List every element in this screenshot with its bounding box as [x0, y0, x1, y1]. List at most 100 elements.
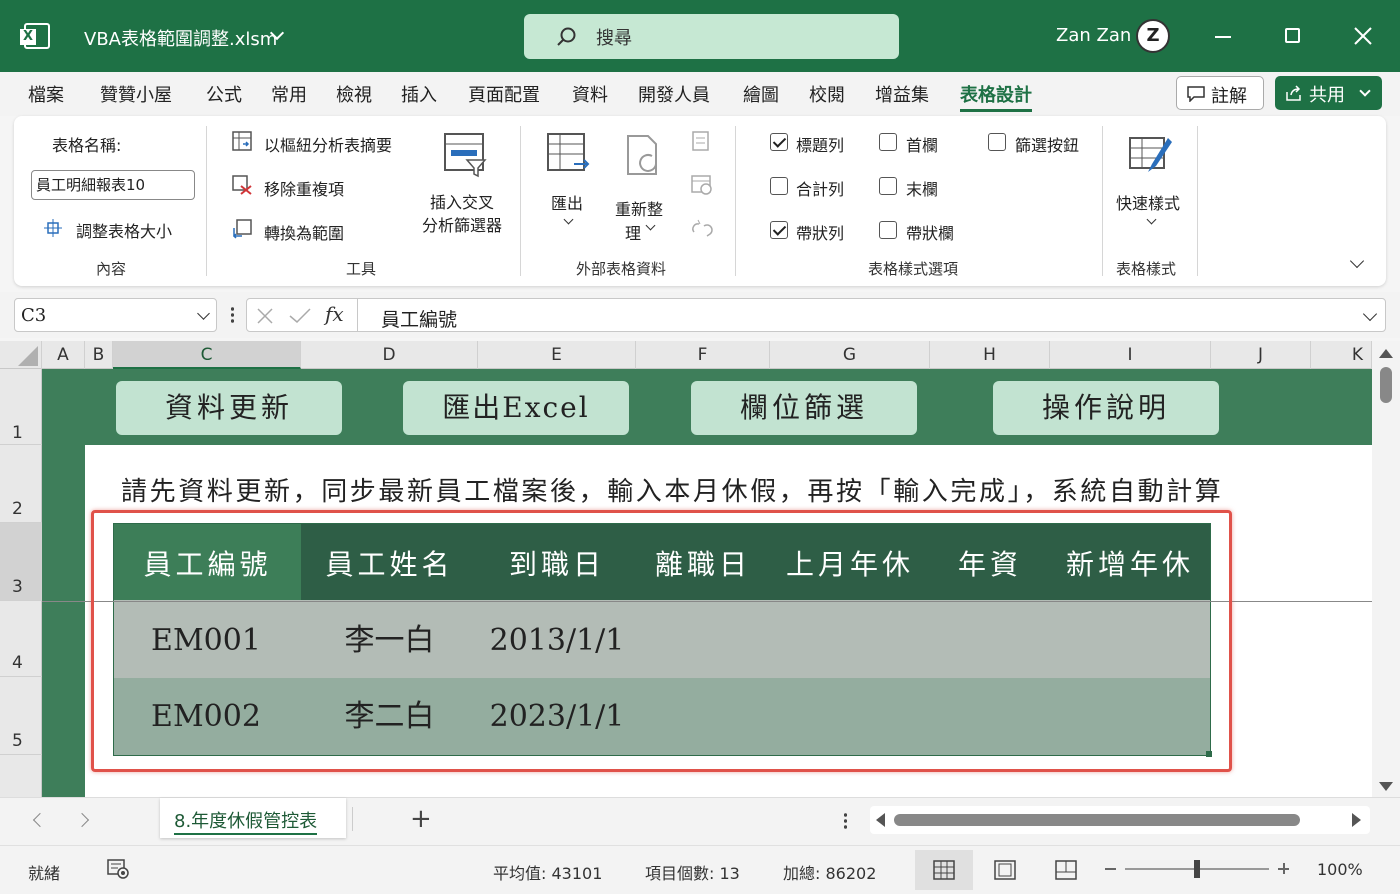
- column-header-b[interactable]: B: [85, 341, 113, 369]
- zoom-level[interactable]: 100%: [1317, 860, 1363, 879]
- menu-page-layout[interactable]: 頁面配置: [468, 81, 540, 107]
- column-header-e[interactable]: E: [478, 341, 636, 369]
- column-header-j[interactable]: J: [1211, 341, 1311, 369]
- menu-developer[interactable]: 開發人員: [638, 81, 710, 107]
- menu-addins[interactable]: 增益集: [875, 81, 929, 107]
- ribbon-collapse-chevron-icon[interactable]: [1349, 253, 1365, 269]
- add-sheet-button[interactable]: +: [410, 804, 432, 834]
- column-header-h[interactable]: H: [930, 341, 1050, 369]
- row-header-4[interactable]: 4: [0, 601, 42, 677]
- horizontal-scroll-thumb[interactable]: [894, 814, 1300, 826]
- column-header-f[interactable]: F: [636, 341, 770, 369]
- zoom-slider-thumb[interactable]: [1194, 860, 1200, 878]
- filter-button-checkbox[interactable]: [988, 133, 1006, 151]
- page-layout-view-icon[interactable]: [994, 860, 1016, 880]
- accessibility-icon[interactable]: [106, 858, 130, 880]
- refresh-label-line1[interactable]: 重新整: [615, 196, 663, 220]
- banded-rows-checkbox[interactable]: [770, 221, 788, 239]
- instructions-button[interactable]: 操作說明: [993, 381, 1219, 435]
- remove-duplicates-button[interactable]: 移除重複項: [264, 176, 344, 200]
- row-header-3[interactable]: 3: [0, 523, 42, 601]
- properties-icon[interactable]: [690, 130, 712, 152]
- scroll-down-arrow-icon[interactable]: [1379, 782, 1393, 791]
- vertical-scrollbar[interactable]: [1372, 341, 1400, 797]
- refresh-data-button[interactable]: 資料更新: [116, 381, 342, 435]
- formula-value[interactable]: 員工編號: [381, 305, 457, 332]
- scroll-up-arrow-icon[interactable]: [1379, 349, 1393, 358]
- excel-logo-icon[interactable]: X: [20, 23, 50, 49]
- export-chevron-icon[interactable]: [563, 214, 574, 225]
- name-box-chevron-icon[interactable]: [197, 307, 210, 320]
- insert-function-button[interactable]: fx: [325, 302, 344, 326]
- name-box[interactable]: C3: [14, 298, 217, 332]
- pivot-summary-button[interactable]: 以樞紐分析表摘要: [264, 132, 392, 156]
- scroll-right-arrow-icon[interactable]: [1352, 813, 1361, 827]
- slicer-label-line2[interactable]: 分析篩選器: [422, 212, 502, 236]
- share-button[interactable]: 共用: [1275, 76, 1382, 110]
- menu-formulas[interactable]: 公式: [206, 81, 242, 107]
- scroll-left-arrow-icon[interactable]: [876, 813, 885, 827]
- maximize-icon[interactable]: [1285, 28, 1300, 43]
- menu-view[interactable]: 檢視: [336, 81, 372, 107]
- menu-insert[interactable]: 插入: [401, 81, 437, 107]
- menu-table-design[interactable]: 表格設計: [960, 81, 1032, 112]
- quick-styles-chevron-icon[interactable]: [1146, 214, 1157, 225]
- horizontal-scrollbar[interactable]: [870, 806, 1370, 834]
- column-header-c[interactable]: C: [113, 341, 301, 369]
- tab-options-icon[interactable]: [844, 812, 847, 830]
- menu-data[interactable]: 資料: [572, 81, 608, 107]
- user-name[interactable]: Zan Zan: [1056, 25, 1131, 46]
- column-header-d[interactable]: D: [301, 341, 478, 369]
- header-row-checkbox[interactable]: [770, 133, 788, 151]
- total-row-checkbox[interactable]: [770, 177, 788, 195]
- menu-zanzan[interactable]: 贊贊小屋: [100, 81, 172, 107]
- page-break-view-icon[interactable]: [1055, 860, 1077, 880]
- column-header-i[interactable]: I: [1050, 341, 1211, 369]
- search-box[interactable]: 搜尋: [524, 14, 899, 59]
- menu-home[interactable]: 常用: [271, 81, 307, 107]
- refresh-label-line2[interactable]: 理: [625, 220, 641, 244]
- resize-table-button[interactable]: 調整表格大小: [76, 218, 172, 242]
- row-header-2[interactable]: 2: [0, 445, 42, 523]
- enter-check-icon[interactable]: [289, 308, 311, 324]
- convert-range-button[interactable]: 轉換為範圍: [264, 220, 344, 244]
- row-header-1[interactable]: 1: [0, 369, 42, 445]
- minimize-icon[interactable]: [1215, 36, 1231, 38]
- status-average[interactable]: 平均值: 43101: [493, 860, 602, 884]
- cancel-icon[interactable]: [257, 308, 273, 324]
- status-sum[interactable]: 加總: 86202: [783, 860, 876, 884]
- status-count[interactable]: 項目個數: 13: [645, 860, 740, 884]
- export-excel-button[interactable]: 匯出Excel: [403, 381, 629, 435]
- select-all-corner[interactable]: [0, 341, 42, 369]
- zoom-out-button[interactable]: [1105, 868, 1116, 870]
- refresh-chevron-icon[interactable]: [645, 220, 656, 231]
- quick-styles-button[interactable]: 快速樣式: [1116, 190, 1180, 214]
- comment-button[interactable]: 註解: [1176, 76, 1264, 110]
- vertical-scroll-thumb[interactable]: [1380, 367, 1392, 403]
- table-name-input[interactable]: 員工明細報表10: [31, 170, 195, 200]
- open-browser-icon[interactable]: [690, 174, 714, 196]
- formula-expand-chevron-icon[interactable]: [1362, 306, 1378, 322]
- avatar[interactable]: Z: [1136, 19, 1170, 53]
- unlink-icon[interactable]: [690, 218, 714, 240]
- sheet-tab-active[interactable]: 8.年度休假管控表: [160, 798, 346, 838]
- menu-draw[interactable]: 繪圖: [743, 81, 779, 107]
- row-header-5[interactable]: 5: [0, 677, 42, 755]
- first-column-checkbox[interactable]: [879, 133, 897, 151]
- tab-scroll-right-icon[interactable]: [74, 812, 90, 828]
- banded-columns-checkbox[interactable]: [879, 221, 897, 239]
- column-header-k[interactable]: K: [1311, 341, 1372, 369]
- close-icon[interactable]: [1354, 27, 1372, 45]
- field-filter-button[interactable]: 欄位篩選: [691, 381, 917, 435]
- instruction-note[interactable]: 請先資料更新，同步最新員工檔案後，輸入本月休假，再按「輸入完成」，系統自動計算: [121, 471, 1223, 508]
- column-header-g[interactable]: G: [770, 341, 930, 369]
- file-name[interactable]: VBA表格範圍調整.xlsm: [84, 25, 277, 51]
- more-options-icon[interactable]: [231, 306, 234, 324]
- normal-view-button[interactable]: [915, 850, 973, 890]
- menu-review[interactable]: 校閱: [809, 81, 845, 107]
- export-button[interactable]: 匯出: [551, 190, 583, 214]
- menu-file[interactable]: 檔案: [28, 81, 64, 107]
- last-column-checkbox[interactable]: [879, 177, 897, 195]
- slicer-label-line1[interactable]: 插入交叉: [430, 189, 494, 213]
- column-header-a[interactable]: A: [42, 341, 85, 369]
